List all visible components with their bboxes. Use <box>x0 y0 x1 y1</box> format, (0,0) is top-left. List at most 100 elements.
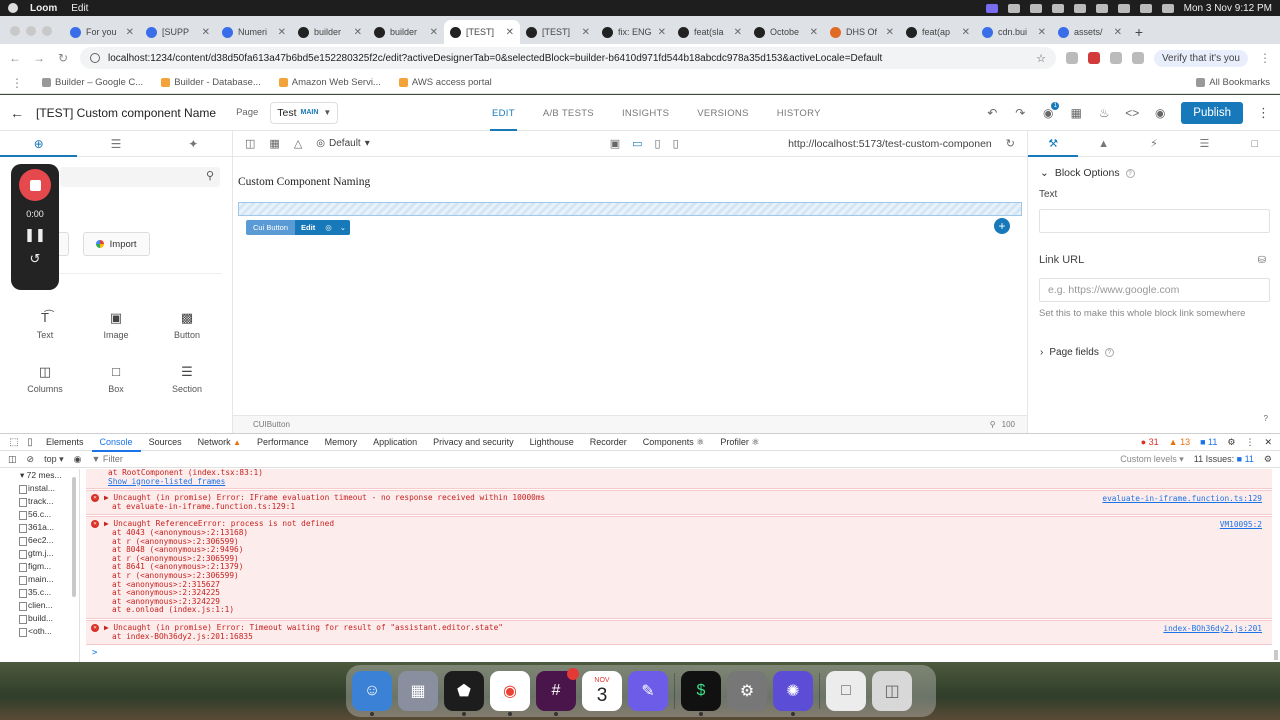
link-url-input[interactable] <box>1039 278 1270 302</box>
chrome-icon[interactable]: ◉ <box>490 671 530 716</box>
fullscreen-window-icon[interactable] <box>42 26 52 36</box>
schedule-icon[interactable]: ▦ <box>1069 106 1083 120</box>
forward-arrow-icon[interactable]: → <box>32 51 46 65</box>
apps-grid-icon[interactable]: ⋮ <box>10 76 24 90</box>
blocks-search-input[interactable]: ⚲ <box>60 167 220 187</box>
back-arrow-icon[interactable]: ← <box>10 105 28 121</box>
bell-icon[interactable]: ♨ <box>1097 106 1111 120</box>
console-counts[interactable]: ● 31 ▲ 13 ■ 11 ⚙ ⋮ ✕ <box>1141 437 1280 448</box>
calendar-icon[interactable]: NOV 3 <box>582 671 622 711</box>
devtools-tab-profiler[interactable]: Profiler ⚛ <box>712 434 767 451</box>
close-tab-icon[interactable]: ✕ <box>278 27 286 38</box>
close-tab-icon[interactable]: ✕ <box>430 27 438 38</box>
block-text[interactable]: T͡ Text <box>10 303 80 347</box>
code-icon[interactable]: <> <box>1125 106 1139 120</box>
source-file-item[interactable]: build... <box>0 612 79 625</box>
devtools-tab-application[interactable]: Application <box>365 434 425 451</box>
slack-icon[interactable]: # <box>536 668 579 716</box>
reload-preview-icon[interactable]: ↻ <box>1006 137 1015 150</box>
close-tab-icon[interactable]: ✕ <box>962 27 970 38</box>
devtools-tab-network[interactable]: Network ▲ <box>190 434 249 451</box>
selected-block-outline[interactable] <box>238 202 1022 216</box>
browser-tab[interactable]: Octobe ✕ <box>748 20 824 44</box>
source-file-item[interactable]: 56.c... <box>0 508 79 521</box>
browser-tab[interactable]: Numeri ✕ <box>216 20 292 44</box>
source-file-item[interactable]: <oth... <box>0 625 79 638</box>
browser-tab[interactable]: fix: ENG ✕ <box>596 20 672 44</box>
pen-app-icon[interactable]: ✎ <box>628 671 668 711</box>
tab-ab-tests[interactable]: A/B TESTS <box>543 95 594 131</box>
preview-url[interactable]: http://localhost:5173/test-custom-compon… <box>788 138 992 150</box>
restart-icon[interactable]: ↺ <box>30 251 41 267</box>
close-tab-icon[interactable]: ✕ <box>886 27 894 38</box>
columns-layout-icon[interactable]: ◫ <box>245 137 255 150</box>
undo-icon[interactable]: ↶ <box>985 106 999 120</box>
browser-tab[interactable]: [TEST] ✕ <box>444 20 520 44</box>
search-icon[interactable] <box>1139 3 1152 13</box>
address-bar[interactable]: localhost:1234/content/d38d50fa613a47b6b… <box>80 47 1056 69</box>
devtools-tab-recorder[interactable]: Recorder <box>582 434 635 451</box>
clear-console-icon[interactable]: ⊘ <box>27 454 35 465</box>
tab-edit[interactable]: EDIT <box>490 95 517 131</box>
devtools-tab-elements[interactable]: Elements <box>38 434 92 451</box>
error-source-link[interactable]: VM10095:2 <box>1220 520 1262 529</box>
tab-versions[interactable]: VERSIONS <box>697 95 749 131</box>
flame-icon[interactable]: △ <box>294 137 302 150</box>
browser-tab[interactable]: feat(ap ✕ <box>900 20 976 44</box>
console-prompt[interactable]: > <box>86 648 1272 658</box>
tab-insights[interactable]: INSIGHTS <box>622 95 669 131</box>
close-tab-icon[interactable]: ✕ <box>354 27 362 38</box>
browser-tab[interactable]: For you ✕ <box>64 20 140 44</box>
help-icon[interactable]: ? <box>1125 168 1135 178</box>
devtools-tab-sources[interactable]: Sources <box>141 434 190 451</box>
devtools-tab-console[interactable]: Console <box>91 434 141 452</box>
bookmark-aws-portal[interactable]: AWS access portal <box>398 77 492 88</box>
block-options-header[interactable]: ⌄ Block Options ? <box>1040 167 1135 179</box>
browser-tab[interactable]: feat(sla ✕ <box>672 20 748 44</box>
media-tray-icon[interactable] <box>1029 3 1042 13</box>
zoom-control[interactable]: ⚲ 100 <box>990 420 1015 429</box>
console-error-entry[interactable]: ✕ ▶ Uncaught (in promise) Error: IFrame e… <box>86 490 1272 516</box>
redo-icon[interactable]: ↷ <box>1013 106 1027 120</box>
source-file-item[interactable]: instal... <box>0 482 79 495</box>
source-file-item[interactable]: 6ec2... <box>0 534 79 547</box>
desktop-icon[interactable]: ▭ <box>632 137 642 150</box>
battery-icon[interactable] <box>1095 3 1108 13</box>
loom-tray-icon[interactable] <box>985 3 998 13</box>
close-tab-icon[interactable]: ✕ <box>658 27 666 38</box>
error-source-link[interactable]: index-BOh36dy2.js:201 <box>1163 624 1262 633</box>
show-ignore-listed-link[interactable]: Show ignore-listed frames <box>108 477 1272 487</box>
browser-tab[interactable]: cdn.bui ✕ <box>976 20 1052 44</box>
bookmark-builder-database[interactable]: Builder - Database... <box>161 77 261 88</box>
close-tab-icon[interactable]: ✕ <box>1114 27 1122 38</box>
source-file-item[interactable]: figm... <box>0 560 79 573</box>
browser-tab[interactable]: DHS Of ✕ <box>824 20 900 44</box>
wifi-icon[interactable] <box>1117 3 1130 13</box>
source-file-item[interactable]: track... <box>0 495 79 508</box>
loom-app-icon[interactable]: ✺ <box>773 671 813 716</box>
terminal-icon[interactable]: $ <box>681 671 721 716</box>
issues-button[interactable]: 11 Issues: ■ 11 <box>1194 454 1254 464</box>
comments-tab-icon[interactable]: □ <box>1230 131 1280 156</box>
all-bookmarks-folder[interactable]: All Bookmarks <box>1196 77 1270 88</box>
menubar-app-name[interactable]: Loom <box>30 3 57 14</box>
tablet-icon[interactable]: ▯ <box>655 137 661 150</box>
devtools-tab-privacy[interactable]: Privacy and security <box>425 434 522 451</box>
browser-tab[interactable]: [TEST] ✕ <box>520 20 596 44</box>
close-tab-icon[interactable]: ✕ <box>734 27 742 38</box>
design-tab-icon[interactable]: ▲ <box>1078 131 1128 156</box>
data-tab-icon[interactable]: ☰ <box>1179 131 1229 156</box>
back-arrow-icon[interactable]: ← <box>8 51 22 65</box>
block-button[interactable]: ▩ Button <box>152 303 222 347</box>
console-filter-input[interactable]: ▼ Filter <box>91 454 122 464</box>
model-selector[interactable]: Test MAIN ▼ <box>270 101 339 124</box>
pause-icon[interactable]: ❚❚ <box>24 227 46 243</box>
source-file-item[interactable]: main... <box>0 573 79 586</box>
context-selector[interactable]: top ▾ <box>44 454 64 465</box>
console-scrollbar[interactable] <box>1274 650 1278 660</box>
chevron-down-icon[interactable]: ⌄ <box>335 220 351 235</box>
canvas-heading[interactable]: Custom Component Naming <box>238 176 370 188</box>
block-image[interactable]: ▣ Image <box>81 303 151 347</box>
play-tray-icon[interactable] <box>1051 3 1064 13</box>
preview-eye-icon[interactable]: ◉ <box>1153 106 1167 120</box>
